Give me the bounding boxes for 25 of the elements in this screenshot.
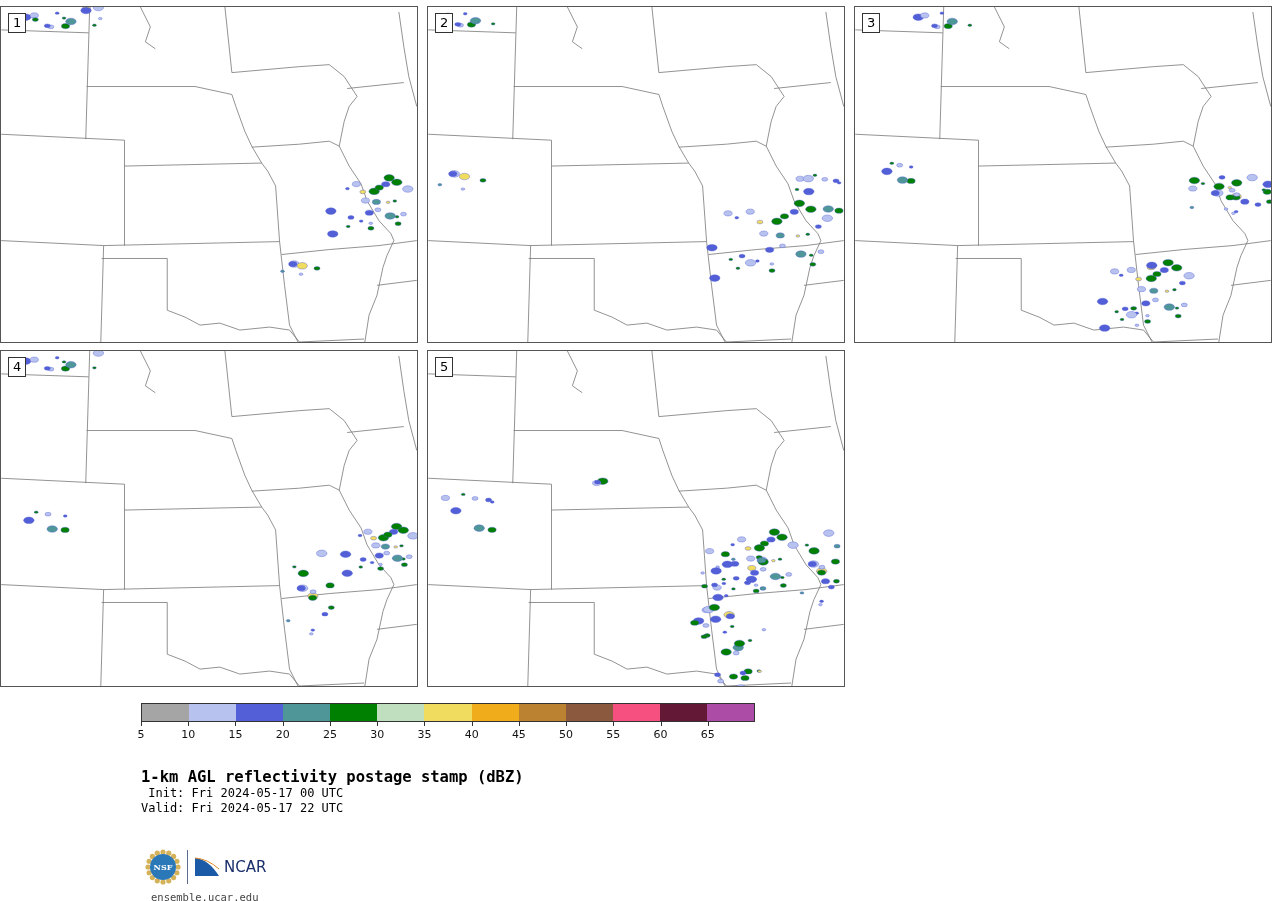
tick-label: 45 [511, 728, 526, 741]
ncar-swoosh-icon [194, 857, 220, 877]
panel-number: 5 [435, 357, 454, 377]
tick-label: 35 [417, 728, 432, 741]
tick-label: 30 [370, 728, 385, 741]
tick-label: 40 [464, 728, 479, 741]
panel-number: 3 [862, 13, 881, 33]
tick-label: 60 [653, 728, 668, 741]
tick-label: 55 [606, 728, 621, 741]
panel-number: 1 [8, 13, 27, 33]
nsf-logo: NSF [145, 849, 181, 885]
ncar-logo-text: NCAR [224, 858, 267, 876]
tick-label: 50 [559, 728, 574, 741]
tick-label: 10 [181, 728, 196, 741]
panel-number: 2 [435, 13, 454, 33]
chart-title: 1-km AGL reflectivity postage stamp (dBZ) [141, 768, 525, 786]
tick-label: 5 [137, 728, 145, 741]
tick-label: 15 [228, 728, 243, 741]
website-link[interactable]: ensemble.ucar.edu [141, 891, 1280, 901]
tick-label: 20 [275, 728, 290, 741]
tick-label: 65 [700, 728, 715, 741]
valid-time: Valid: Fri 2024-05-17 22 UTC [141, 801, 345, 816]
init-time: Init: Fri 2024-05-17 00 UTC [147, 786, 345, 801]
tick-label: 25 [322, 728, 337, 741]
panel-number: 4 [8, 357, 27, 377]
